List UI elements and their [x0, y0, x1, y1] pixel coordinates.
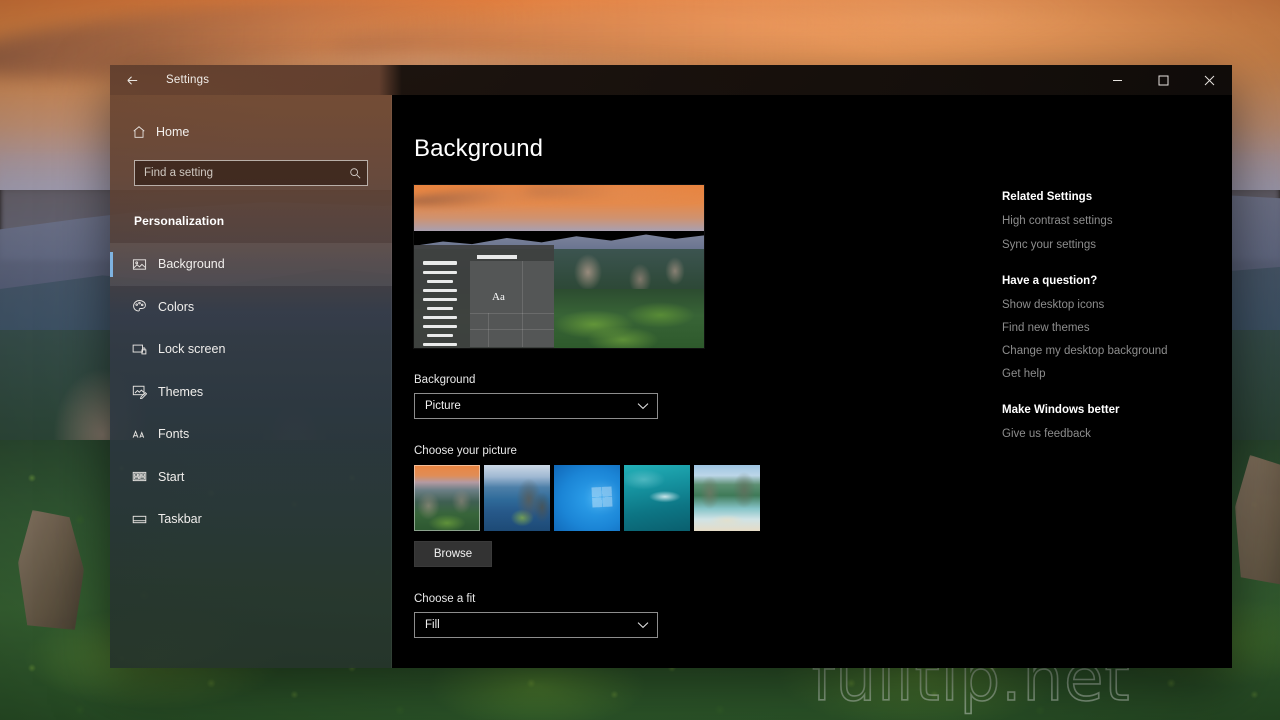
- browse-button[interactable]: Browse: [414, 541, 492, 567]
- background-preview: Aa: [414, 185, 704, 348]
- search-container: [110, 147, 392, 186]
- sidebar-item-label: Start: [158, 469, 185, 484]
- minimize-button[interactable]: [1094, 65, 1140, 95]
- start-icon: [132, 469, 158, 484]
- sidebar-item-themes[interactable]: Themes: [110, 371, 392, 414]
- sidebar-item-colors[interactable]: Colors: [110, 286, 392, 329]
- make-windows-better-heading: Make Windows better: [1002, 404, 1120, 416]
- back-arrow-icon[interactable]: [110, 65, 154, 95]
- related-settings-rail: Related Settings High contrast settings …: [1002, 191, 1232, 464]
- home-icon: [132, 125, 156, 139]
- picture-thumbnail-tropical-beach[interactable]: [694, 465, 760, 531]
- sidebar-item-background[interactable]: Background: [110, 243, 392, 286]
- window-title: Settings: [166, 74, 210, 86]
- make-windows-better-group: Make Windows better Give us feedback: [1002, 404, 1232, 440]
- picture-thumbnail-list: [414, 465, 1014, 531]
- page-title: Background: [414, 135, 544, 162]
- sidebar-item-home[interactable]: Home: [110, 117, 392, 147]
- related-settings-group: Related Settings High contrast settings …: [1002, 191, 1232, 251]
- link-sync-your-settings[interactable]: Sync your settings: [1002, 239, 1232, 251]
- palette-icon: [132, 299, 158, 314]
- sidebar-item-label: Lock screen: [158, 342, 226, 357]
- choose-fit-label: Choose a fit: [414, 593, 476, 605]
- picture-thumbnail-blue-coast-cliffs[interactable]: [484, 465, 550, 531]
- sidebar-section-title: Personalization: [134, 214, 225, 228]
- taskbar-icon: [132, 512, 158, 527]
- picture-thumbnail-underwater-teal[interactable]: [624, 465, 690, 531]
- sidebar-item-label: Themes: [158, 384, 204, 399]
- picture-thumbnail-windows-default-blue[interactable]: [554, 465, 620, 531]
- sidebar-item-fonts[interactable]: Fonts: [110, 413, 392, 456]
- link-show-desktop-icons[interactable]: Show desktop icons: [1002, 299, 1232, 311]
- lock-screen-icon: [132, 342, 158, 357]
- preview-sky: [414, 185, 704, 231]
- preview-sample-text: Aa: [492, 291, 505, 303]
- preview-window-titlebar: [477, 255, 517, 259]
- sidebar-home-label: Home: [156, 125, 190, 139]
- link-high-contrast-settings[interactable]: High contrast settings: [1002, 215, 1232, 227]
- chevron-down-icon: [637, 402, 649, 410]
- fonts-icon: [132, 427, 158, 442]
- search-input[interactable]: [144, 167, 349, 179]
- related-settings-heading: Related Settings: [1002, 191, 1093, 203]
- picture-icon: [132, 257, 158, 272]
- maximize-button[interactable]: [1140, 65, 1186, 95]
- preview-cloud: [524, 185, 704, 198]
- fit-dropdown[interactable]: Fill: [414, 612, 658, 638]
- background-field-label: Background: [414, 374, 476, 386]
- link-give-us-feedback[interactable]: Give us feedback: [1002, 428, 1232, 440]
- sidebar-item-label: Taskbar: [158, 512, 202, 527]
- link-find-new-themes[interactable]: Find new themes: [1002, 322, 1232, 334]
- settings-window: Settings Home Find a setting Personaliza…: [110, 65, 1232, 668]
- picture-thumbnail-sunset-cliffs[interactable]: [414, 465, 480, 531]
- search-box[interactable]: [134, 160, 368, 186]
- background-settings-column: Background Aa Background Picture Choose …: [414, 135, 1014, 668]
- background-type-value: Picture: [425, 400, 461, 412]
- have-a-question-heading: Have a question?: [1002, 275, 1098, 287]
- themes-icon: [132, 384, 158, 400]
- sidebar-item-start[interactable]: Start: [110, 456, 392, 499]
- settings-content-pane: Background Aa Background Picture Choose …: [392, 95, 1232, 668]
- sidebar-nav-list: Background Colors Lock screen Themes Fon…: [110, 243, 392, 541]
- sidebar-item-label: Colors: [158, 299, 195, 314]
- background-type-dropdown[interactable]: Picture: [414, 393, 658, 419]
- preview-desktop-mock: Aa: [414, 245, 554, 348]
- link-change-my-desktop-background[interactable]: Change my desktop background: [1002, 345, 1232, 357]
- chevron-down-icon: [637, 621, 649, 629]
- sidebar-item-taskbar[interactable]: Taskbar: [110, 498, 392, 541]
- sidebar-item-label: Background: [158, 257, 225, 272]
- close-button[interactable]: [1186, 65, 1232, 95]
- preview-start-menu-list: [423, 261, 457, 348]
- search-icon[interactable]: [349, 167, 361, 179]
- preview-window-mock: Aa: [470, 255, 554, 347]
- sidebar-item-label: Fonts: [158, 427, 190, 442]
- window-titlebar: Settings: [110, 65, 1232, 95]
- settings-sidebar: Home Personalization: [110, 95, 392, 668]
- have-a-question-group: Have a question? Show desktop icons Find…: [1002, 275, 1232, 380]
- choose-picture-label: Choose your picture: [414, 445, 517, 457]
- sidebar-item-lock-screen[interactable]: Lock screen: [110, 328, 392, 371]
- link-get-help[interactable]: Get help: [1002, 368, 1232, 380]
- window-body: Home Personalization: [110, 95, 1232, 668]
- fit-value: Fill: [425, 619, 440, 631]
